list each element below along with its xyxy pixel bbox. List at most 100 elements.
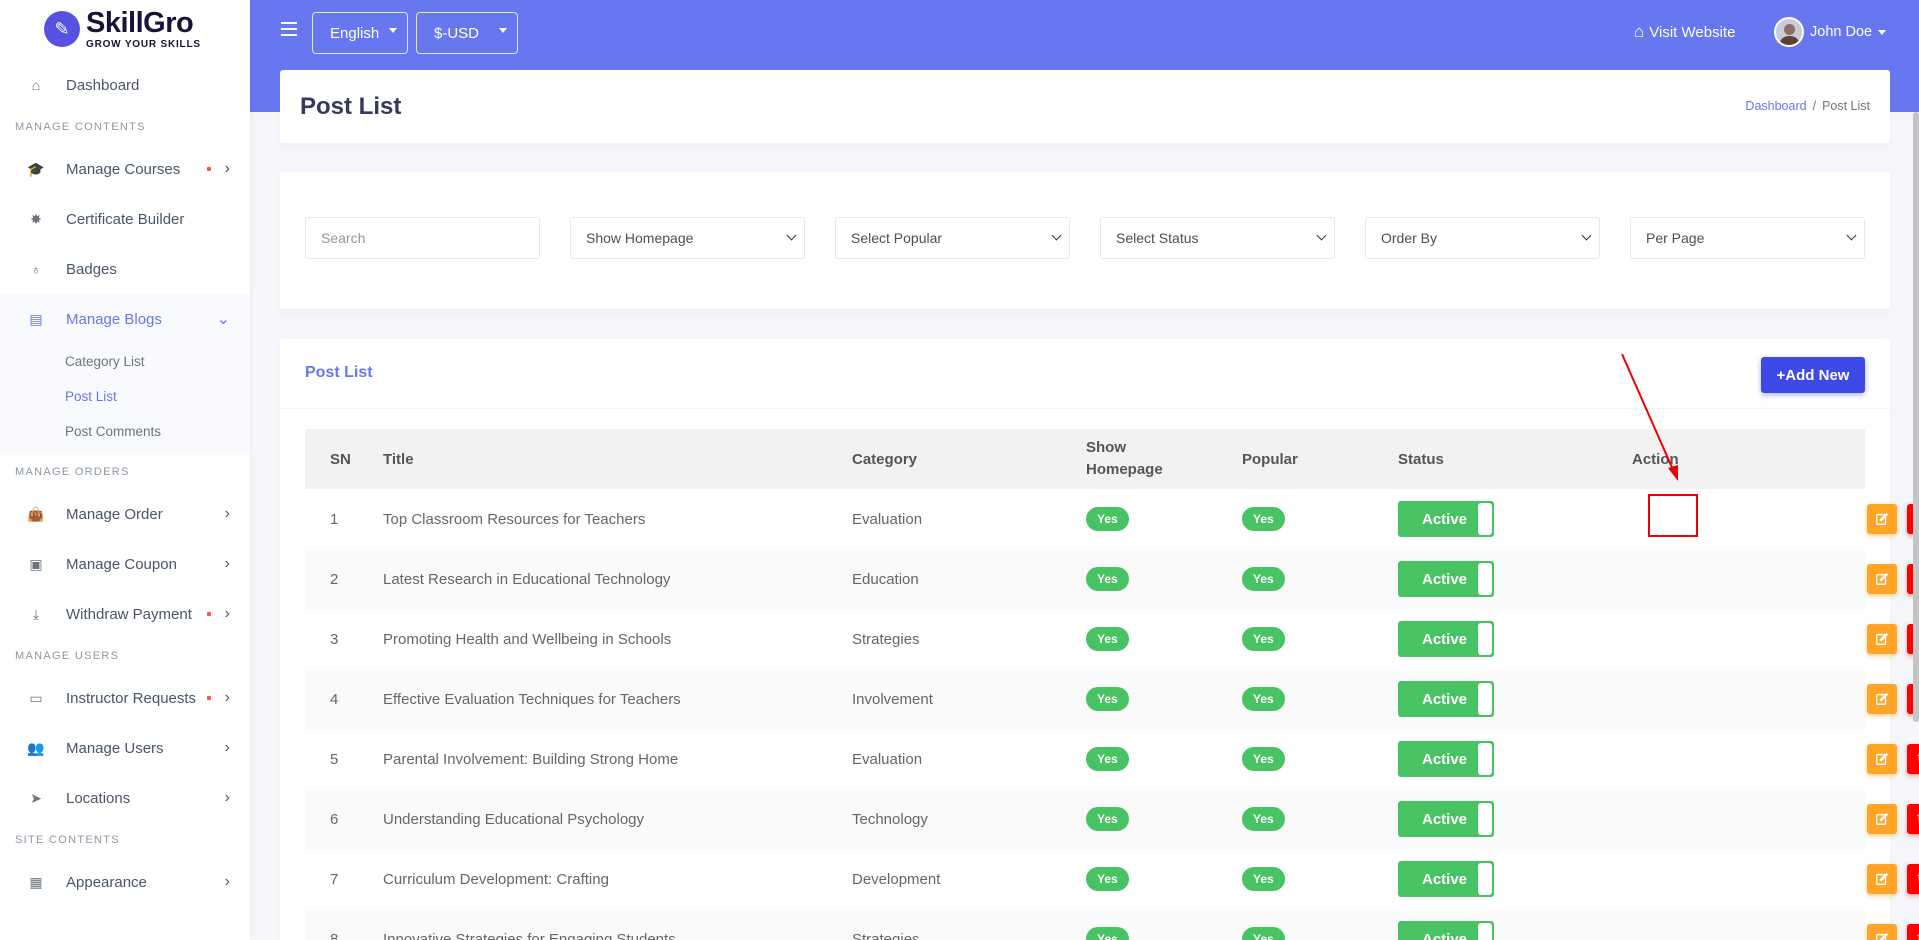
- sidebar-item-appearance[interactable]: ▦ Appearance ›: [0, 857, 250, 907]
- brand-logo[interactable]: ✎ SkillGro GROW YOUR SKILLS: [0, 0, 250, 58]
- edit-button[interactable]: [1867, 504, 1897, 534]
- table-body: 1 Top Classroom Resources for Teachers Eva…: [305, 489, 1919, 940]
- status-toggle[interactable]: Active: [1398, 501, 1494, 537]
- chevron-down-icon: ⌄: [216, 311, 230, 328]
- table-row: 2 Latest Research in Educational Technolo…: [305, 549, 1919, 609]
- status-toggle-label: Active: [1422, 810, 1468, 828]
- cell-title: Parental Involvement: Building Strong Ho…: [383, 750, 679, 768]
- user-menu[interactable]: John Doe: [1774, 17, 1887, 47]
- edit-button[interactable]: [1867, 564, 1897, 594]
- delete-button[interactable]: [1907, 804, 1919, 834]
- delete-button[interactable]: [1907, 864, 1919, 894]
- column-header-show-homepage: Show Homepage: [1086, 439, 1163, 478]
- show-homepage-badge: Yes: [1086, 747, 1129, 771]
- status-toggle-label: Active: [1422, 570, 1468, 588]
- delete-button[interactable]: [1907, 744, 1919, 774]
- sidebar-item-manage-courses[interactable]: 🎓 Manage Courses ›: [0, 144, 250, 194]
- edit-button[interactable]: [1867, 684, 1897, 714]
- cell-status: Active: [1398, 681, 1632, 717]
- sidebar-subitem-post-comments[interactable]: Post Comments: [0, 414, 250, 449]
- chevron-down-icon: [1316, 230, 1327, 241]
- sidebar-item-dashboard[interactable]: ⌂ Dashboard: [0, 60, 250, 110]
- add-new-button[interactable]: + Add New: [1761, 357, 1865, 393]
- add-new-label: Add New: [1785, 366, 1850, 384]
- sidebar-item-certificate-builder[interactable]: ✸ Certificate Builder: [0, 194, 250, 244]
- caret-down-icon: [1878, 29, 1887, 35]
- table-row: 8 Innovative Strategies for Engaging Stud…: [305, 909, 1919, 940]
- edit-icon: [1875, 572, 1889, 586]
- sidebar-item-withdraw-payment[interactable]: ⤓ Withdraw Payment ›: [0, 589, 250, 639]
- table-row: 4 Effective Evaluation Techniques for Tea…: [305, 669, 1919, 729]
- sidebar-item-manage-order[interactable]: 👜 Manage Order ›: [0, 489, 250, 539]
- cell-status: Active: [1398, 501, 1632, 537]
- sidebar-item-label: Manage Coupon: [66, 555, 177, 573]
- language-select[interactable]: English: [312, 12, 408, 54]
- cell-title: Top Classroom Resources for Teachers: [383, 510, 646, 528]
- sidebar-item-locations[interactable]: ➤ Locations ›: [0, 773, 250, 823]
- search-input[interactable]: Search: [305, 217, 540, 259]
- per-page-select[interactable]: Per Page: [1630, 217, 1865, 259]
- sidebar-item-manage-users[interactable]: 👥 Manage Users ›: [0, 723, 250, 773]
- cell-show-homepage: Yes: [1086, 567, 1242, 591]
- show-homepage-select[interactable]: Show Homepage: [570, 217, 805, 259]
- order-by-select[interactable]: Order By: [1365, 217, 1600, 259]
- cell-category: Technology: [852, 810, 928, 828]
- sidebar-item-manage-blogs[interactable]: ▤ Manage Blogs ⌄: [0, 294, 250, 344]
- brand-logo-icon: ✎: [44, 11, 80, 47]
- chalkboard-user-icon: ▭: [29, 689, 43, 706]
- select-status-select[interactable]: Select Status: [1100, 217, 1335, 259]
- sidebar-item-manage-coupon[interactable]: ▣ Manage Coupon ›: [0, 539, 250, 589]
- cell-sn: 1: [330, 510, 339, 528]
- show-homepage-badge: Yes: [1086, 567, 1129, 591]
- status-toggle[interactable]: Active: [1398, 921, 1494, 940]
- cell-show-homepage: Yes: [1086, 627, 1242, 651]
- popular-badge: Yes: [1242, 747, 1285, 771]
- sidebar-item-label: Certificate Builder: [66, 210, 185, 228]
- status-toggle[interactable]: Active: [1398, 801, 1494, 837]
- sidebar-item-label: Instructor Requests: [66, 689, 197, 707]
- breadcrumb: Dashboard / Post List: [1745, 99, 1870, 113]
- brand-tagline: GROW YOUR SKILLS: [86, 38, 201, 50]
- sidebar-subitem-post-list[interactable]: Post List: [0, 379, 250, 414]
- delete-button[interactable]: [1907, 924, 1919, 940]
- sidebar-item-badges[interactable]: ♁ Badges: [0, 244, 250, 294]
- cell-show-homepage: Yes: [1086, 867, 1242, 891]
- page-scrollbar[interactable]: [1913, 112, 1919, 722]
- hamburger-menu-icon[interactable]: [281, 22, 297, 36]
- select-popular-select[interactable]: Select Popular: [835, 217, 1070, 259]
- edit-button[interactable]: [1867, 924, 1897, 940]
- edit-button[interactable]: [1867, 624, 1897, 654]
- user-name: John Doe: [1810, 24, 1873, 40]
- edit-icon: [1875, 932, 1889, 940]
- cell-status: Active: [1398, 561, 1632, 597]
- status-toggle[interactable]: Active: [1398, 741, 1494, 777]
- chevron-right-icon: ›: [224, 689, 230, 706]
- edit-button[interactable]: [1867, 864, 1897, 894]
- edit-button[interactable]: [1867, 744, 1897, 774]
- cell-sn: 7: [330, 870, 339, 888]
- notification-dot: [206, 167, 211, 171]
- breadcrumb-dashboard-link[interactable]: Dashboard: [1745, 99, 1806, 113]
- status-toggle[interactable]: Active: [1398, 681, 1494, 717]
- status-toggle-label: Active: [1422, 510, 1468, 528]
- cell-status: Active: [1398, 861, 1632, 897]
- status-toggle-label: Active: [1422, 750, 1468, 768]
- divider: [280, 408, 1890, 409]
- status-toggle[interactable]: Active: [1398, 561, 1494, 597]
- sidebar-subitem-category-list[interactable]: Category List: [0, 344, 250, 379]
- cell-category: Evaluation: [852, 510, 923, 528]
- popular-badge: Yes: [1242, 627, 1285, 651]
- select-value: Per Page: [1646, 230, 1705, 246]
- cell-show-homepage: Yes: [1086, 747, 1242, 771]
- sidebar: ✎ SkillGro GROW YOUR SKILLS ⌂ Dashboard …: [0, 0, 250, 940]
- edit-button[interactable]: [1867, 804, 1897, 834]
- currency-select[interactable]: $-USD: [416, 12, 518, 54]
- status-toggle[interactable]: Active: [1398, 621, 1494, 657]
- menu-header-site: SITE CONTENTS: [15, 834, 120, 846]
- show-homepage-badge: Yes: [1086, 627, 1129, 651]
- visit-website-link[interactable]: ⌂ Visit Website: [1634, 22, 1735, 42]
- status-toggle[interactable]: Active: [1398, 861, 1494, 897]
- cell-status: Active: [1398, 801, 1632, 837]
- sidebar-item-instructor-requests[interactable]: ▭ Instructor Requests ›: [0, 673, 250, 723]
- cell-category: Strategies: [852, 630, 920, 648]
